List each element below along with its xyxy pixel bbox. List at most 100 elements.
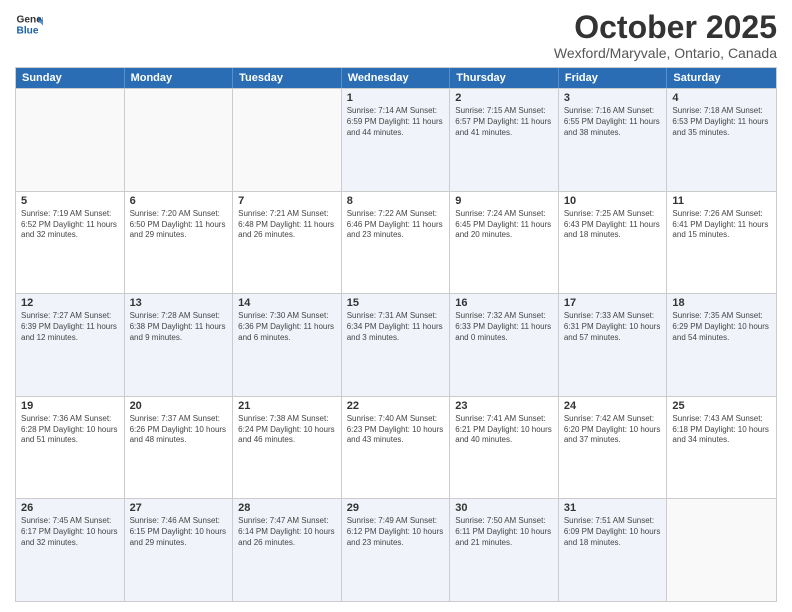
day-info: Sunrise: 7:46 AM Sunset: 6:15 PM Dayligh… [130, 516, 228, 548]
day-info: Sunrise: 7:36 AM Sunset: 6:28 PM Dayligh… [21, 414, 119, 446]
day-number: 10 [564, 195, 662, 207]
day-info: Sunrise: 7:37 AM Sunset: 6:26 PM Dayligh… [130, 414, 228, 446]
cal-cell-r4-c1: 19 Sunrise: 7:36 AM Sunset: 6:28 PM Dayli… [16, 397, 125, 499]
cal-cell-r4-c3: 21Sunrise: 7:38 AM Sunset: 6:24 PM Dayli… [233, 397, 342, 499]
day-number: 29 [347, 502, 445, 514]
cal-row-1: 1 Sunrise: 7:14 AM Sunset: 6:59 PM Daylig… [16, 88, 776, 191]
cal-cell-r4-c6: 24 Sunrise: 7:42 AM Sunset: 6:20 PM Dayli… [559, 397, 668, 499]
day-info: Sunrise: 7:26 AM Sunset: 6:41 PM Dayligh… [672, 209, 771, 241]
cal-cell-r5-c5: 30Sunrise: 7:50 AM Sunset: 6:11 PM Dayli… [450, 499, 559, 601]
day-number: 20 [130, 400, 228, 412]
logo-icon: General Blue [15, 10, 43, 38]
cal-cell-r1-c2 [125, 89, 234, 191]
day-number: 2 [455, 92, 553, 104]
day-number: 24 [564, 400, 662, 412]
cal-cell-r2-c2: 6 Sunrise: 7:20 AM Sunset: 6:50 PM Daylig… [125, 192, 234, 294]
day-number: 7 [238, 195, 336, 207]
cal-cell-r4-c4: 22 Sunrise: 7:40 AM Sunset: 6:23 PM Dayli… [342, 397, 451, 499]
cal-cell-r2-c5: 9 Sunrise: 7:24 AM Sunset: 6:45 PM Daylig… [450, 192, 559, 294]
day-info: Sunrise: 7:47 AM Sunset: 6:14 PM Dayligh… [238, 516, 336, 548]
day-number: 27 [130, 502, 228, 514]
day-number: 6 [130, 195, 228, 207]
calendar: Sunday Monday Tuesday Wednesday Thursday… [15, 67, 777, 602]
cal-cell-r2-c4: 8 Sunrise: 7:22 AM Sunset: 6:46 PM Daylig… [342, 192, 451, 294]
day-number: 22 [347, 400, 445, 412]
day-info: Sunrise: 7:31 AM Sunset: 6:34 PM Dayligh… [347, 311, 445, 343]
day-info: Sunrise: 7:25 AM Sunset: 6:43 PM Dayligh… [564, 209, 662, 241]
cal-row-4: 19 Sunrise: 7:36 AM Sunset: 6:28 PM Dayli… [16, 396, 776, 499]
day-info: Sunrise: 7:24 AM Sunset: 6:45 PM Dayligh… [455, 209, 553, 241]
day-info: Sunrise: 7:40 AM Sunset: 6:23 PM Dayligh… [347, 414, 445, 446]
location-title: Wexford/Maryvale, Ontario, Canada [554, 45, 777, 61]
day-number: 13 [130, 297, 228, 309]
day-number: 18 [672, 297, 771, 309]
page: General Blue October 2025 Wexford/Maryva… [0, 0, 792, 612]
day-info: Sunrise: 7:38 AM Sunset: 6:24 PM Dayligh… [238, 414, 336, 446]
day-info: Sunrise: 7:51 AM Sunset: 6:09 PM Dayligh… [564, 516, 662, 548]
cal-cell-r2-c6: 10 Sunrise: 7:25 AM Sunset: 6:43 PM Dayli… [559, 192, 668, 294]
cal-cell-r3-c7: 18Sunrise: 7:35 AM Sunset: 6:29 PM Dayli… [667, 294, 776, 396]
cal-cell-r3-c5: 16 Sunrise: 7:32 AM Sunset: 6:33 PM Dayli… [450, 294, 559, 396]
day-number: 1 [347, 92, 445, 104]
day-info: Sunrise: 7:22 AM Sunset: 6:46 PM Dayligh… [347, 209, 445, 241]
header-tuesday: Tuesday [233, 68, 342, 88]
day-info: Sunrise: 7:15 AM Sunset: 6:57 PM Dayligh… [455, 106, 553, 138]
cal-cell-r3-c4: 15 Sunrise: 7:31 AM Sunset: 6:34 PM Dayli… [342, 294, 451, 396]
day-info: Sunrise: 7:32 AM Sunset: 6:33 PM Dayligh… [455, 311, 553, 343]
day-number: 25 [672, 400, 771, 412]
cal-row-2: 5 Sunrise: 7:19 AM Sunset: 6:52 PM Daylig… [16, 191, 776, 294]
cal-cell-r4-c5: 23 Sunrise: 7:41 AM Sunset: 6:21 PM Dayli… [450, 397, 559, 499]
cal-cell-r1-c6: 3 Sunrise: 7:16 AM Sunset: 6:55 PM Daylig… [559, 89, 668, 191]
day-info: Sunrise: 7:21 AM Sunset: 6:48 PM Dayligh… [238, 209, 336, 241]
day-number: 15 [347, 297, 445, 309]
day-number: 23 [455, 400, 553, 412]
day-number: 9 [455, 195, 553, 207]
calendar-body: 1 Sunrise: 7:14 AM Sunset: 6:59 PM Daylig… [16, 88, 776, 601]
header-friday: Friday [559, 68, 668, 88]
day-info: Sunrise: 7:45 AM Sunset: 6:17 PM Dayligh… [21, 516, 119, 548]
cal-cell-r4-c2: 20 Sunrise: 7:37 AM Sunset: 6:26 PM Dayli… [125, 397, 234, 499]
cal-row-5: 26 Sunrise: 7:45 AM Sunset: 6:17 PM Dayli… [16, 498, 776, 601]
cal-cell-r5-c3: 28Sunrise: 7:47 AM Sunset: 6:14 PM Dayli… [233, 499, 342, 601]
calendar-header: Sunday Monday Tuesday Wednesday Thursday… [16, 68, 776, 88]
header-sunday: Sunday [16, 68, 125, 88]
day-info: Sunrise: 7:20 AM Sunset: 6:50 PM Dayligh… [130, 209, 228, 241]
day-number: 19 [21, 400, 119, 412]
day-number: 5 [21, 195, 119, 207]
day-info: Sunrise: 7:27 AM Sunset: 6:39 PM Dayligh… [21, 311, 119, 343]
cal-cell-r3-c6: 17Sunrise: 7:33 AM Sunset: 6:31 PM Dayli… [559, 294, 668, 396]
cal-cell-r5-c1: 26 Sunrise: 7:45 AM Sunset: 6:17 PM Dayli… [16, 499, 125, 601]
cal-cell-r5-c4: 29 Sunrise: 7:49 AM Sunset: 6:12 PM Dayli… [342, 499, 451, 601]
header-wednesday: Wednesday [342, 68, 451, 88]
day-number: 12 [21, 297, 119, 309]
day-info: Sunrise: 7:50 AM Sunset: 6:11 PM Dayligh… [455, 516, 553, 548]
day-info: Sunrise: 7:14 AM Sunset: 6:59 PM Dayligh… [347, 106, 445, 138]
cal-row-3: 12 Sunrise: 7:27 AM Sunset: 6:39 PM Dayli… [16, 293, 776, 396]
day-info: Sunrise: 7:18 AM Sunset: 6:53 PM Dayligh… [672, 106, 771, 138]
cal-cell-r2-c3: 7 Sunrise: 7:21 AM Sunset: 6:48 PM Daylig… [233, 192, 342, 294]
day-number: 26 [21, 502, 119, 514]
cal-cell-r2-c1: 5 Sunrise: 7:19 AM Sunset: 6:52 PM Daylig… [16, 192, 125, 294]
day-info: Sunrise: 7:16 AM Sunset: 6:55 PM Dayligh… [564, 106, 662, 138]
day-info: Sunrise: 7:19 AM Sunset: 6:52 PM Dayligh… [21, 209, 119, 241]
month-title: October 2025 [554, 10, 777, 45]
cal-cell-r2-c7: 11 Sunrise: 7:26 AM Sunset: 6:41 PM Dayli… [667, 192, 776, 294]
day-info: Sunrise: 7:49 AM Sunset: 6:12 PM Dayligh… [347, 516, 445, 548]
cal-cell-r1-c4: 1 Sunrise: 7:14 AM Sunset: 6:59 PM Daylig… [342, 89, 451, 191]
header: General Blue October 2025 Wexford/Maryva… [15, 10, 777, 61]
day-number: 11 [672, 195, 771, 207]
cal-cell-r5-c7 [667, 499, 776, 601]
cal-cell-r5-c6: 31Sunrise: 7:51 AM Sunset: 6:09 PM Dayli… [559, 499, 668, 601]
day-number: 3 [564, 92, 662, 104]
svg-text:Blue: Blue [17, 25, 39, 36]
day-info: Sunrise: 7:42 AM Sunset: 6:20 PM Dayligh… [564, 414, 662, 446]
day-info: Sunrise: 7:28 AM Sunset: 6:38 PM Dayligh… [130, 311, 228, 343]
day-info: Sunrise: 7:41 AM Sunset: 6:21 PM Dayligh… [455, 414, 553, 446]
cal-cell-r1-c7: 4Sunrise: 7:18 AM Sunset: 6:53 PM Daylig… [667, 89, 776, 191]
day-info: Sunrise: 7:33 AM Sunset: 6:31 PM Dayligh… [564, 311, 662, 343]
day-number: 16 [455, 297, 553, 309]
header-monday: Monday [125, 68, 234, 88]
cal-cell-r1-c3 [233, 89, 342, 191]
day-info: Sunrise: 7:43 AM Sunset: 6:18 PM Dayligh… [672, 414, 771, 446]
day-number: 8 [347, 195, 445, 207]
